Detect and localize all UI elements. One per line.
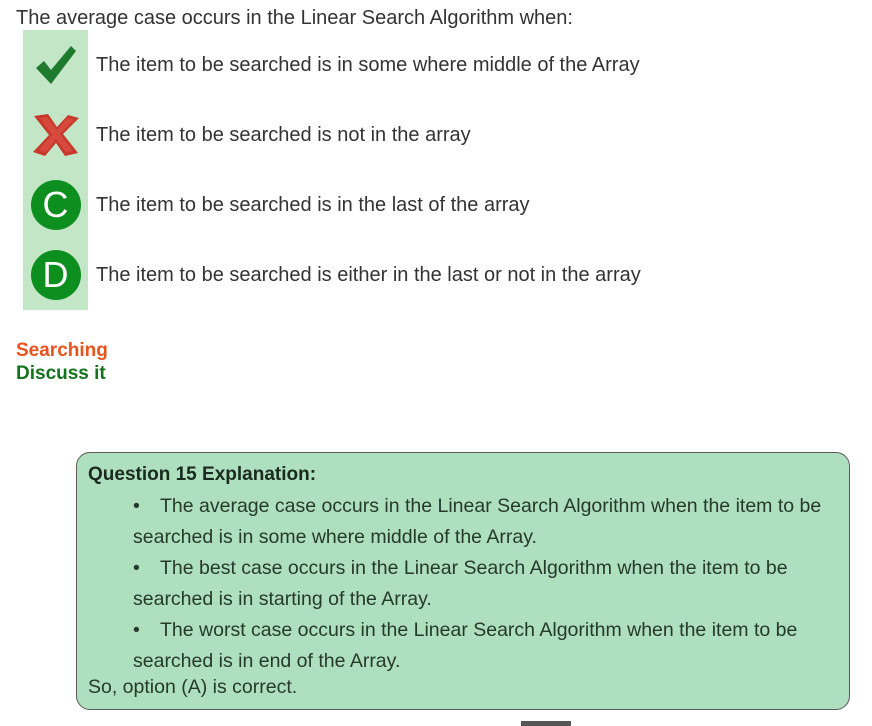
option-c[interactable]: C The item to be searched is in the last… bbox=[23, 170, 783, 240]
explanation-bullet: • The worst case occurs in the Linear Se… bbox=[133, 615, 833, 677]
option-d-letter: D bbox=[30, 250, 81, 300]
explanation-title: Question 15 Explanation: bbox=[88, 464, 317, 485]
explanation-bullet-text: The best case occurs in the Linear Searc… bbox=[133, 557, 788, 610]
discuss-link[interactable]: Discuss it bbox=[16, 363, 106, 385]
bullet-dot: • bbox=[133, 557, 140, 579]
option-d[interactable]: D The item to be searched is either in t… bbox=[23, 240, 783, 310]
letter-d-icon: D bbox=[23, 240, 88, 310]
option-c-letter: C bbox=[30, 180, 81, 230]
explanation-conclusion: So, option (A) is correct. bbox=[88, 676, 298, 698]
explanation-box: Question 15 Explanation: • The average c… bbox=[76, 452, 850, 710]
check-icon bbox=[23, 30, 88, 100]
explanation-bullet: • The average case occurs in the Linear … bbox=[133, 491, 833, 553]
explanation-bullet-text: The average case occurs in the Linear Se… bbox=[133, 495, 822, 548]
option-a[interactable]: The item to be searched is in some where… bbox=[23, 30, 783, 100]
option-c-label: The item to be searched is in the last o… bbox=[96, 194, 530, 216]
option-b[interactable]: The item to be searched is not in the ar… bbox=[23, 100, 783, 170]
option-b-label: The item to be searched is not in the ar… bbox=[96, 124, 471, 146]
question-text: The average case occurs in the Linear Se… bbox=[16, 7, 573, 29]
bottom-scroll-bar[interactable] bbox=[521, 721, 571, 726]
explanation-list: • The average case occurs in the Linear … bbox=[133, 491, 833, 677]
option-a-label: The item to be searched is in some where… bbox=[96, 54, 640, 76]
bullet-dot: • bbox=[133, 619, 140, 641]
option-d-label: The item to be searched is either in the… bbox=[96, 264, 641, 286]
explanation-bullet: • The best case occurs in the Linear Sea… bbox=[133, 553, 833, 615]
topic-link[interactable]: Searching bbox=[16, 340, 108, 362]
letter-c-icon: C bbox=[23, 170, 88, 240]
bullet-dot: • bbox=[133, 495, 140, 517]
explanation-bullet-text: The worst case occurs in the Linear Sear… bbox=[133, 619, 798, 672]
cross-icon bbox=[23, 100, 88, 170]
